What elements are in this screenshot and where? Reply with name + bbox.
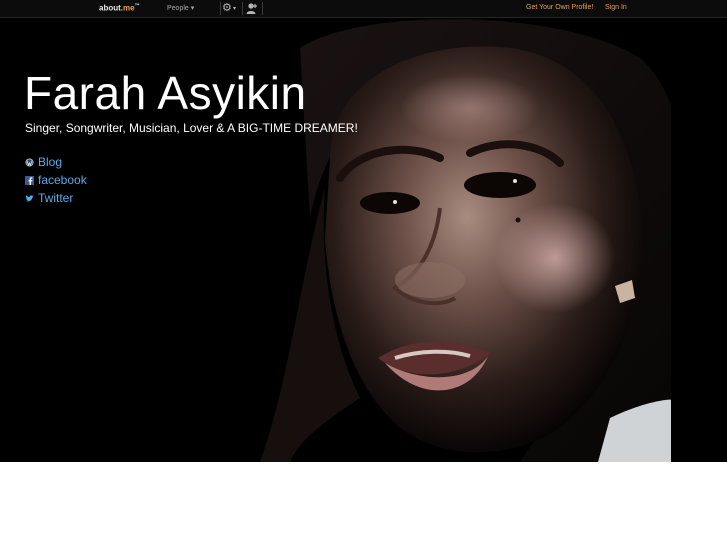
facebook-link[interactable]: facebook	[25, 173, 87, 187]
user-icon[interactable]	[246, 2, 258, 14]
about-me-logo[interactable]: about.me™	[99, 3, 140, 13]
profile-tagline: Singer, Songwriter, Musician, Lover & A …	[25, 121, 358, 135]
get-your-own-profile-link[interactable]: Get Your Own Profile!	[526, 4, 593, 11]
wordpress-icon	[25, 157, 34, 167]
blog-link[interactable]: Blog	[25, 155, 62, 169]
logo-dot: .me	[120, 3, 135, 13]
divider	[242, 2, 243, 15]
logo-text: about	[99, 3, 121, 13]
people-menu[interactable]: People ▾	[167, 4, 194, 12]
sign-in-link[interactable]: Sign In	[605, 4, 627, 11]
facebook-icon	[25, 175, 34, 185]
twitter-icon	[25, 194, 34, 201]
divider	[262, 2, 263, 15]
logo-trademark: ™	[134, 3, 140, 9]
profile-background: Farah Asyikin Singer, Songwriter, Musici…	[0, 18, 727, 462]
chevron-down-icon: ▾	[190, 5, 195, 12]
gear-icon[interactable]: ⚙	[222, 2, 232, 14]
chevron-down-icon[interactable]: ▾	[233, 5, 236, 12]
twitter-link-label: Twitter	[38, 191, 74, 205]
blog-link-label: Blog	[38, 155, 63, 169]
top-navigation-bar: about.me™ People ▾ ⚙ ▾ Get Your Own Prof…	[0, 0, 727, 18]
facebook-link-label: facebook	[38, 173, 87, 187]
profile-name: Farah Asyikin	[24, 67, 307, 119]
divider	[220, 2, 221, 15]
twitter-link[interactable]: Twitter	[25, 191, 73, 205]
people-label: People	[167, 5, 189, 12]
